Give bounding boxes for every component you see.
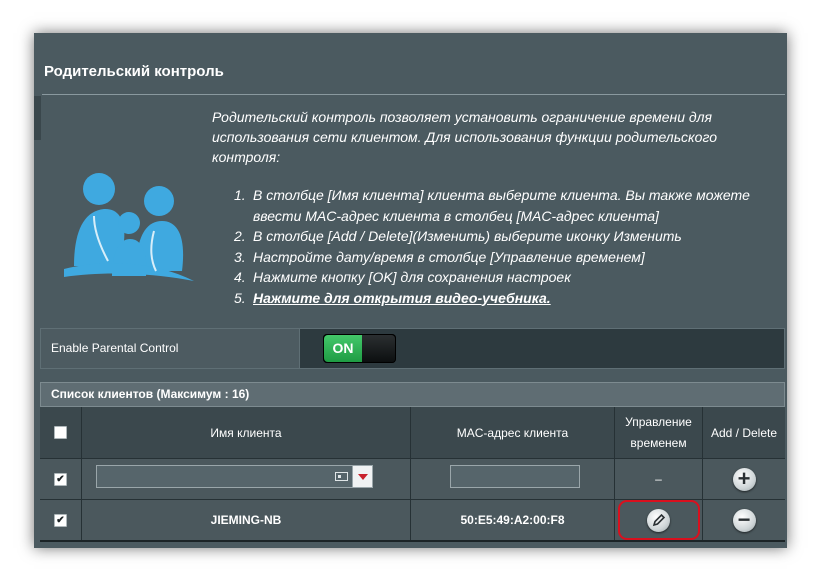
parental-control-panel: Родительский контроль Родительский контр… — [34, 33, 787, 548]
instruction-step: 1. В столбце [Имя клиента] клиента выбер… — [234, 187, 750, 224]
new-client-row: ✔ – + — [40, 459, 785, 500]
page-title: Родительский контроль — [44, 63, 224, 80]
family-icon — [64, 173, 194, 281]
intro-text: Родительский контроль позволяет установи… — [212, 109, 717, 165]
left-accent-strip — [34, 96, 41, 140]
table-header-row: Имя клиента MAC-адрес клиента Управление… — [40, 407, 785, 459]
time-management-empty: – — [615, 459, 703, 499]
client-dropdown-button[interactable] — [352, 466, 372, 487]
mac-address-input[interactable] — [450, 465, 580, 488]
client-checkbox[interactable]: ✔ — [54, 513, 67, 527]
column-header-name: Имя клиента — [82, 407, 411, 458]
client-name: JIEMING-NB — [82, 500, 411, 540]
client-card-icon[interactable] — [335, 472, 348, 481]
instruction-step: 4. Нажмите кнопку [OK] для сохранения на… — [234, 269, 571, 285]
new-client-checkbox[interactable]: ✔ — [54, 472, 67, 486]
select-all-checkbox[interactable] — [54, 426, 67, 439]
instruction-step: 5. Нажмите для открытия видео-учебника. — [234, 289, 551, 306]
enable-parental-control-row: Enable Parental Control ON — [40, 328, 785, 369]
title-divider — [42, 94, 785, 95]
client-list-title: Список клиентов (Максимум : 16) — [40, 382, 785, 407]
enable-parental-control-label: Enable Parental Control — [41, 329, 300, 368]
toggle-on-label: ON — [324, 335, 362, 362]
parental-control-toggle[interactable]: ON — [323, 334, 396, 363]
column-header-mac: MAC-адрес клиента — [411, 407, 615, 458]
column-header-add-delete: Add / Delete — [710, 425, 778, 440]
column-header-time: Управление временем — [615, 407, 703, 458]
instruction-list: 1. В столбце [Имя клиента] клиента выбер… — [234, 185, 774, 308]
client-name-input[interactable] — [96, 465, 373, 488]
instruction-step: 3. Настройте дату/время в столбце [Управ… — [234, 248, 645, 265]
client-mac: 50:E5:49:A2:00:F8 — [411, 500, 615, 540]
select-all-cell — [40, 407, 82, 458]
edit-highlight-frame — [617, 500, 700, 540]
pencil-icon[interactable] — [647, 508, 670, 532]
toggle-knob — [362, 335, 395, 362]
plus-circle-icon[interactable]: + — [732, 467, 756, 491]
video-tutorial-link[interactable]: Нажмите для открытия видео-учебника. — [253, 290, 551, 306]
client-list-table: Имя клиента MAC-адрес клиента Управление… — [40, 407, 785, 542]
minus-circle-icon[interactable]: − — [732, 508, 756, 532]
instruction-step: 2. В столбце [Add / Delete](Изменить) вы… — [234, 228, 682, 244]
table-row: ✔ JIEMING-NB 50:E5:49:A2:00:F8 − — [40, 500, 785, 542]
